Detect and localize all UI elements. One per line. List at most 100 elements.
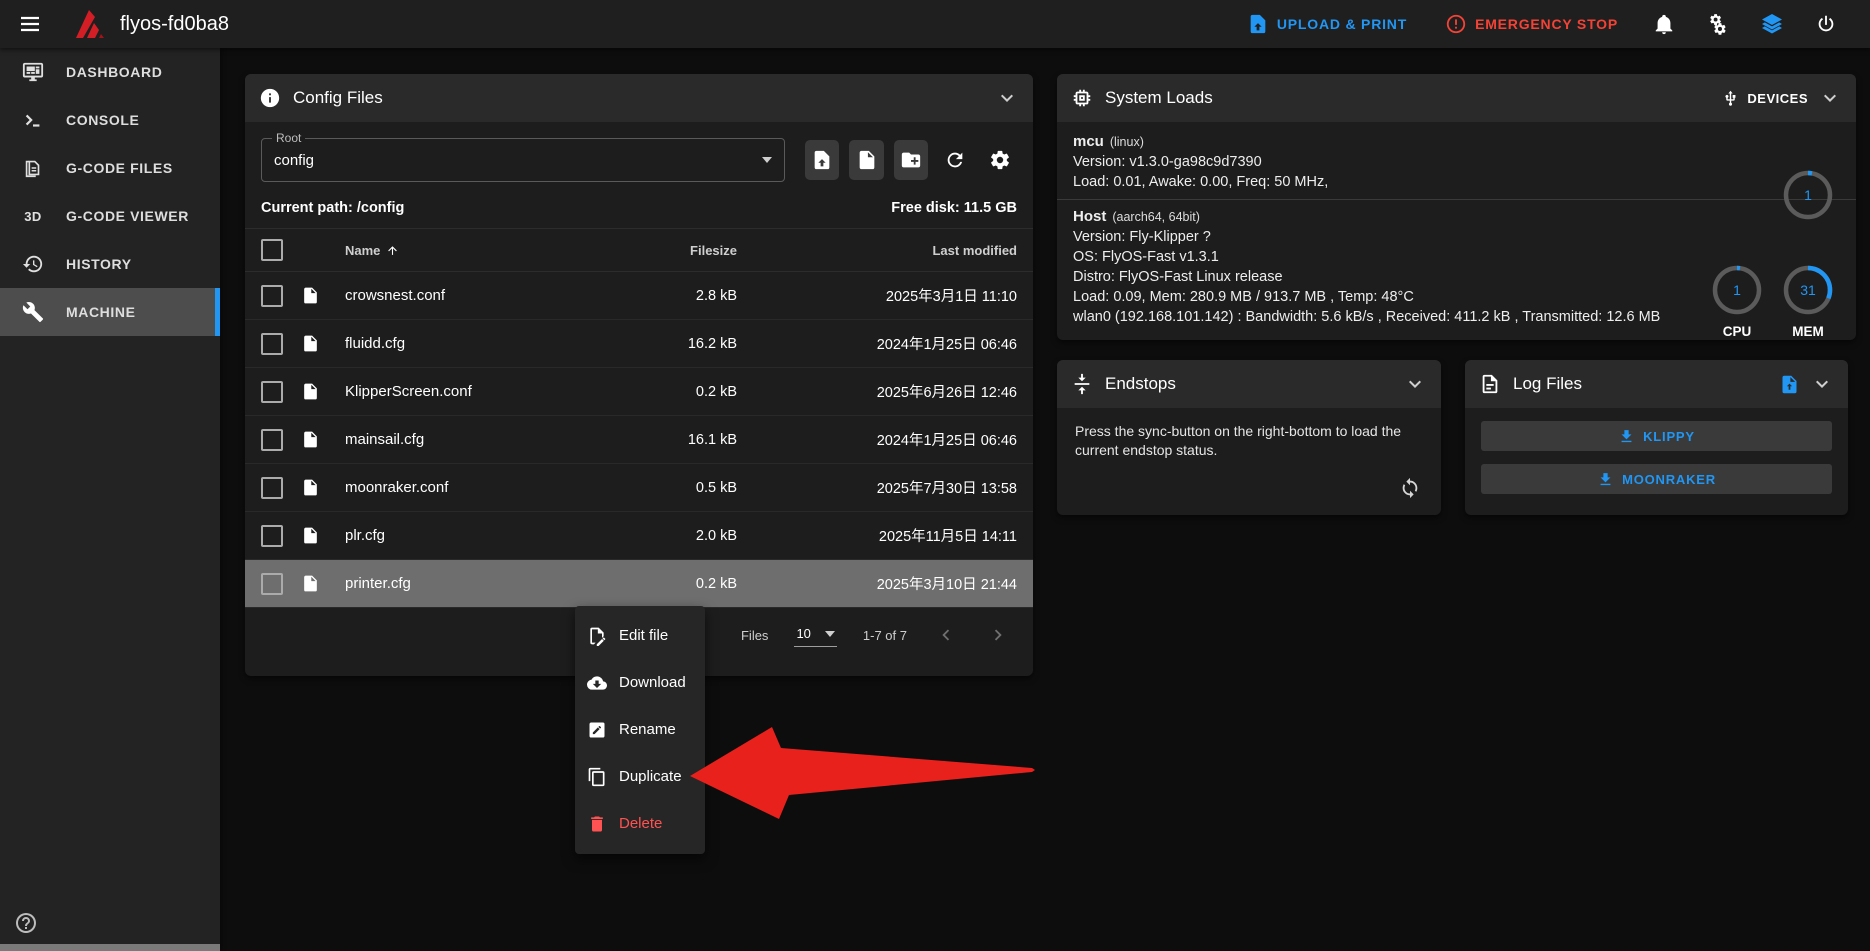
- sidebar: DASHBOARD CONSOLE G-CODE FILES 3D G-CODE…: [0, 48, 220, 951]
- file-name: printer.cfg: [345, 575, 607, 592]
- panel-title: System Loads: [1105, 88, 1213, 108]
- context-menu-rename[interactable]: Rename: [575, 706, 705, 753]
- mcu-version: Version: v1.3.0-ga98c9d7390: [1073, 152, 1840, 172]
- system-loads-header: System Loads DEVICES: [1057, 74, 1856, 122]
- table-row[interactable]: moonraker.conf 0.5 kB 2025年7月30日 13:58: [245, 464, 1033, 512]
- log-files-panel: Log Files KLIPPY MOONRAKER: [1465, 360, 1848, 515]
- usb-icon: [1722, 90, 1739, 107]
- table-row[interactable]: crowsnest.conf 2.8 kB 2025年3月1日 11:10: [245, 272, 1033, 320]
- table-row[interactable]: plr.cfg 2.0 kB 2025年11月5日 14:11: [245, 512, 1033, 560]
- select-all-checkbox[interactable]: [261, 239, 283, 261]
- sidebar-scrollbar[interactable]: [0, 944, 220, 951]
- brand-logo-icon: [68, 7, 106, 41]
- refresh-button[interactable]: [938, 140, 972, 180]
- info-icon: [259, 87, 281, 109]
- upload-file-button[interactable]: [805, 140, 839, 180]
- table-row[interactable]: mainsail.cfg 16.1 kB 2024年1月25日 06:46: [245, 416, 1033, 464]
- panel-title: Log Files: [1513, 374, 1582, 394]
- endstop-icon: [1071, 373, 1093, 395]
- emergency-stop-button[interactable]: EMERGENCY STOP: [1431, 6, 1632, 42]
- devices-button[interactable]: DEVICES: [1722, 90, 1808, 107]
- context-menu-duplicate[interactable]: Duplicate: [575, 753, 705, 800]
- page-previous-icon[interactable]: [933, 622, 959, 648]
- notifications-bell-icon[interactable]: [1642, 2, 1686, 46]
- file-icon: [301, 382, 345, 401]
- file-size: 2.0 kB: [607, 528, 737, 544]
- topbar-actions: UPLOAD & PRINT EMERGENCY STOP: [1233, 2, 1870, 46]
- help-icon[interactable]: [12, 909, 40, 937]
- row-checkbox[interactable]: [261, 333, 283, 355]
- log-files-header: Log Files: [1465, 360, 1848, 408]
- layers-icon[interactable]: [1750, 2, 1794, 46]
- collapse-chevron-icon[interactable]: [1818, 86, 1842, 110]
- sync-icon[interactable]: [1393, 471, 1427, 505]
- file-size: 0.5 kB: [607, 480, 737, 496]
- sidebar-item-gcode-files[interactable]: G-CODE FILES: [0, 144, 220, 192]
- file-icon: [301, 574, 345, 593]
- create-folder-button[interactable]: [894, 140, 928, 180]
- upload-print-button[interactable]: UPLOAD & PRINT: [1233, 6, 1421, 42]
- table-row-selected[interactable]: printer.cfg 0.2 kB 2025年3月10日 21:44: [245, 560, 1033, 608]
- sort-arrow-up-icon: [386, 244, 399, 257]
- sidebar-item-dashboard[interactable]: DASHBOARD: [0, 48, 220, 96]
- collapse-chevron-icon[interactable]: [995, 86, 1019, 110]
- alert-icon: [1445, 13, 1467, 35]
- pencil-box-icon: [587, 720, 607, 740]
- mcu-arch: (linux): [1110, 135, 1144, 149]
- sidebar-item-label: DASHBOARD: [66, 64, 162, 80]
- file-modified: 2025年3月10日 21:44: [737, 573, 1017, 594]
- power-icon[interactable]: [1804, 2, 1848, 46]
- page-next-icon[interactable]: [985, 622, 1011, 648]
- collapse-chevron-icon[interactable]: [1810, 372, 1834, 396]
- section-divider: [1057, 199, 1856, 200]
- file-size: 0.2 kB: [607, 576, 737, 592]
- trash-icon: [587, 814, 607, 834]
- files-icon: [20, 157, 46, 179]
- row-checkbox[interactable]: [261, 429, 283, 451]
- root-select[interactable]: Root config: [261, 138, 785, 182]
- per-page-select[interactable]: 10: [794, 623, 836, 647]
- dashboard-monitor-icon: [20, 61, 46, 83]
- endstops-message: Press the sync-button on the right-botto…: [1057, 408, 1423, 474]
- file-refresh-icon[interactable]: [1779, 374, 1800, 395]
- sidebar-item-console[interactable]: CONSOLE: [0, 96, 220, 144]
- table-row[interactable]: KlipperScreen.conf 0.2 kB 2025年6月26日 12:…: [245, 368, 1033, 416]
- chevron-down-icon: [762, 157, 772, 163]
- create-file-button[interactable]: [849, 140, 883, 180]
- context-menu-edit-file[interactable]: Edit file: [575, 612, 705, 659]
- row-checkbox[interactable]: [261, 477, 283, 499]
- column-name[interactable]: Name: [345, 243, 607, 258]
- cloud-download-icon: [587, 673, 607, 693]
- system-loads-body: mcu(linux) Version: v1.3.0-ga98c9d7390 L…: [1057, 122, 1856, 327]
- edit-file-icon: [587, 626, 607, 646]
- mcu-load-gauge: 1: [1781, 168, 1835, 222]
- column-last-modified[interactable]: Last modified: [737, 243, 1017, 258]
- settings-button[interactable]: [983, 140, 1017, 180]
- column-filesize[interactable]: Filesize: [607, 243, 737, 258]
- context-menu-delete[interactable]: Delete: [575, 800, 705, 847]
- collapse-chevron-icon[interactable]: [1403, 372, 1427, 396]
- table-row[interactable]: fluidd.cfg 16.2 kB 2024年1月25日 06:46: [245, 320, 1033, 368]
- row-checkbox[interactable]: [261, 525, 283, 547]
- sidebar-item-gcode-viewer[interactable]: 3D G-CODE VIEWER: [0, 192, 220, 240]
- file-icon: [301, 478, 345, 497]
- host-version: Version: Fly-Klipper ?: [1073, 227, 1840, 247]
- file-size: 2.8 kB: [607, 288, 737, 304]
- row-checkbox[interactable]: [261, 573, 283, 595]
- root-select-label: Root: [272, 131, 305, 145]
- page-title: flyos-fd0ba8: [120, 13, 229, 36]
- sidebar-item-history[interactable]: HISTORY: [0, 240, 220, 288]
- download-klippy-log-button[interactable]: KLIPPY: [1481, 421, 1832, 451]
- panel-title: Endstops: [1105, 374, 1176, 394]
- menu-icon[interactable]: [6, 0, 54, 48]
- row-checkbox[interactable]: [261, 381, 283, 403]
- services-gears-icon[interactable]: [1696, 2, 1740, 46]
- config-files-header[interactable]: Config Files: [245, 74, 1033, 122]
- mem-gauge: 31: [1781, 263, 1835, 317]
- download-moonraker-log-button[interactable]: MOONRAKER: [1481, 464, 1832, 494]
- file-name: crowsnest.conf: [345, 287, 607, 304]
- row-checkbox[interactable]: [261, 285, 283, 307]
- context-menu-download[interactable]: Download: [575, 659, 705, 706]
- host-name: Host: [1073, 208, 1106, 225]
- sidebar-item-machine[interactable]: MACHINE: [0, 288, 220, 336]
